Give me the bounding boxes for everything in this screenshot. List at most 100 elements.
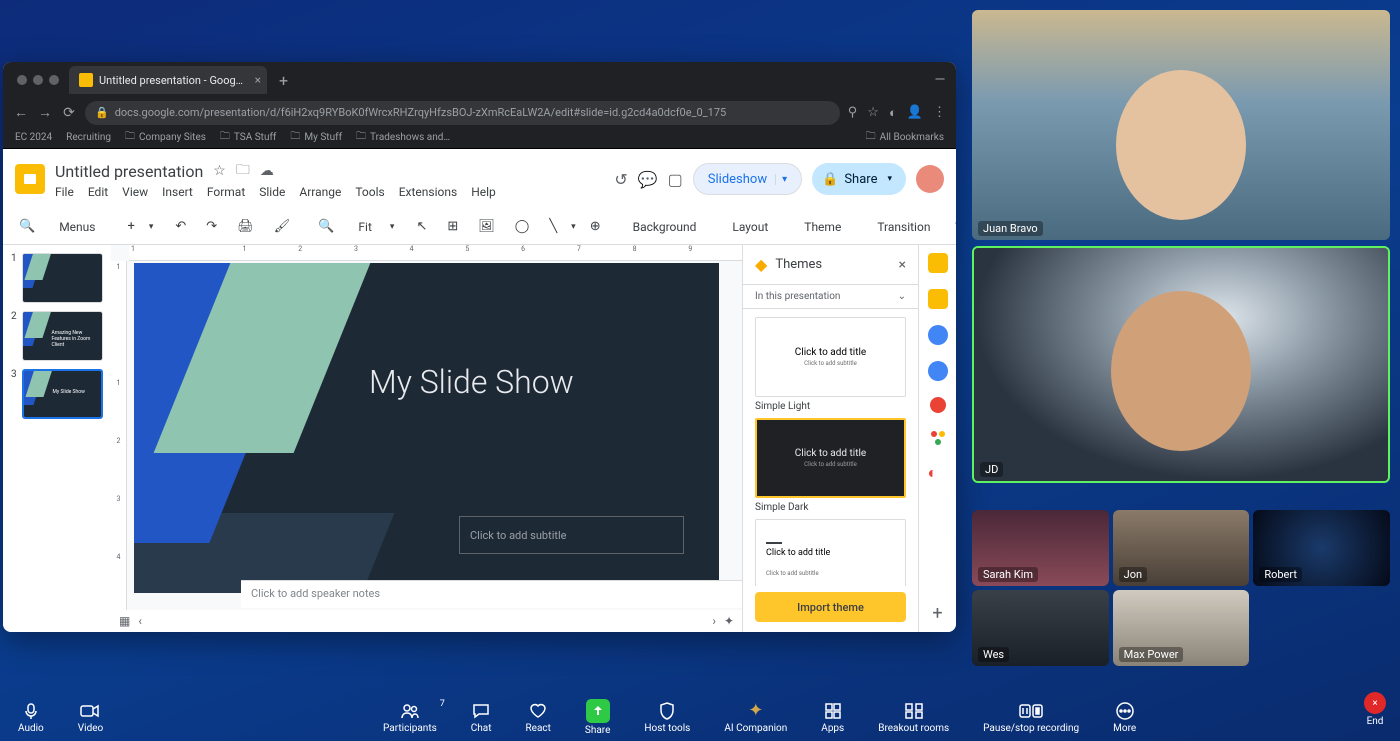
close-tab-icon[interactable]: × [255,73,261,87]
pen-icon[interactable]: ✎▾ [948,215,956,238]
grid-view-icon[interactable]: ▦ [119,614,130,628]
move-doc-icon[interactable]: 🗀 [236,159,250,183]
background-button[interactable]: Background [623,216,707,238]
contacts-icon[interactable] [928,361,948,381]
menu-view[interactable]: View [122,185,148,199]
browser-tab[interactable]: Untitled presentation - Goog… × [69,66,267,94]
menu-tools[interactable]: Tools [355,185,384,199]
new-slide-button[interactable]: + [121,215,140,238]
chevron-down-icon[interactable]: ▾ [571,222,576,232]
chevron-down-icon[interactable]: ▾ [390,222,395,232]
apps-button[interactable]: Apps [821,701,844,734]
cursor-icon[interactable]: ↖ [410,215,433,238]
slide-canvas[interactable]: My Slide Show Click to add subtitle [134,263,719,593]
image-icon[interactable]: 🖼 [472,215,501,238]
layout-button[interactable]: Layout [722,216,778,238]
video-tile[interactable]: Wes [972,590,1109,666]
slideshow-button[interactable]: Slideshow▾ [693,163,802,195]
zoom-icon[interactable]: 🔍 [312,215,340,238]
host-tools-button[interactable]: Host tools [644,701,690,734]
menu-help[interactable]: Help [471,185,496,199]
undo-icon[interactable]: ↶ [169,215,192,238]
new-tab-button[interactable]: + [269,71,298,90]
explore-icon[interactable]: ✦ [724,614,734,628]
bookmark-item[interactable]: Recruiting [66,132,111,143]
bookmark-folder[interactable]: 🗀Tradeshows and… [356,129,450,146]
menu-file[interactable]: File [55,185,74,199]
slide-thumbnail-selected[interactable]: My Slide Show [22,369,103,419]
search-menus-icon[interactable]: 🔍 [13,215,41,238]
menu-edit[interactable]: Edit [88,185,108,199]
transition-button[interactable]: Transition [867,216,940,238]
video-tile[interactable]: Max Power [1113,590,1250,666]
audio-button[interactable]: Audio [18,701,44,734]
slides-logo-icon[interactable] [15,164,45,194]
more-button[interactable]: More [1113,701,1136,734]
bookmark-item[interactable]: EC 2024 [15,132,52,143]
record-button[interactable]: Pause/stop recording [983,701,1079,734]
menu-arrange[interactable]: Arrange [299,185,341,199]
cloud-status-icon[interactable]: ☁ [260,163,274,179]
forward-icon[interactable]: → [37,104,53,121]
close-panel-icon[interactable]: × [899,257,906,273]
video-tile[interactable]: Sarah Kim [972,510,1109,586]
url-input[interactable]: 🔒 docs.google.com/presentation/d/f6iH2xq… [85,101,840,125]
reload-icon[interactable]: ⟳ [61,105,77,121]
all-bookmarks[interactable]: 🗀All Bookmarks [866,129,944,146]
react-button[interactable]: React [526,701,551,734]
menu-extensions[interactable]: Extensions [399,185,457,199]
theme-option[interactable]: Click to add titleClick to add subtitle … [755,519,906,586]
speaker-notes[interactable]: Click to add speaker notes [241,580,742,608]
meet-icon[interactable]: ▢ [668,170,683,189]
profile-icon[interactable]: 👤 [907,105,923,121]
slide-title-text[interactable]: My Slide Show [369,363,574,401]
add-addon-icon[interactable]: + [932,603,942,624]
menu-format[interactable]: Format [207,185,245,199]
bookmark-folder[interactable]: 🗀Company Sites [125,129,206,146]
share-screen-button[interactable]: Share [585,699,610,736]
next-slide-icon[interactable]: › [712,614,716,628]
ai-companion-button[interactable]: ✦ AI Companion [724,701,787,734]
document-title[interactable]: Untitled presentation [55,162,203,181]
kebab-icon[interactable]: ⋮ [933,105,946,121]
share-button[interactable]: 🔒Share▾ [812,163,906,195]
end-meeting-button[interactable]: × End [1364,692,1386,727]
breakout-rooms-button[interactable]: Breakout rooms [878,701,949,734]
comment-add-icon[interactable]: ⊕ [584,215,607,238]
chevron-down-icon[interactable]: ▾ [149,222,154,232]
textbox-icon[interactable]: ⊞ [441,215,464,238]
star-icon[interactable]: ☆ [867,105,879,121]
theme-option[interactable]: Click to add titleClick to add subtitle … [755,418,906,513]
addon-icon[interactable] [929,429,947,447]
slide-thumbnail[interactable] [22,253,103,303]
comment-icon[interactable]: 💬 [638,170,658,189]
extension-icon[interactable]: ◐ [889,105,897,121]
calendar-icon[interactable] [928,253,948,273]
slide-subtitle-placeholder[interactable]: Click to add subtitle [459,516,684,554]
video-tile[interactable]: Robert [1253,510,1390,586]
minimize-icon[interactable]: — [932,72,948,88]
themes-section[interactable]: In this presentation⌄ [743,284,918,309]
line-icon[interactable]: ╲ [543,215,563,238]
video-tile[interactable]: Juan Bravo [972,10,1390,240]
print-icon[interactable]: 🖨 [231,215,260,238]
video-tile[interactable]: Jon [1113,510,1250,586]
theme-button[interactable]: Theme [794,216,851,238]
maps-icon[interactable] [930,397,946,413]
redo-icon[interactable]: ↷ [200,215,223,238]
video-button[interactable]: Video [78,701,103,734]
chat-button[interactable]: Chat [471,701,492,734]
bookmark-folder[interactable]: 🗀My Stuff [290,129,342,146]
star-doc-icon[interactable]: ☆ [213,163,226,179]
paint-icon[interactable]: 🖌 [268,215,297,238]
zoom-level[interactable]: Fit [348,216,381,238]
participants-button[interactable]: Participants 7 [383,701,437,734]
addon2-icon[interactable]: ◐ [928,463,948,483]
search-icon[interactable]: ⚲ [848,105,858,121]
menu-insert[interactable]: Insert [162,185,193,199]
back-icon[interactable]: ← [13,104,29,121]
window-controls[interactable] [17,75,59,85]
tasks-icon[interactable] [928,325,948,345]
slide-thumbnail[interactable]: Amazing New Features in Zoom Client [22,311,103,361]
menu-slide[interactable]: Slide [259,185,285,199]
